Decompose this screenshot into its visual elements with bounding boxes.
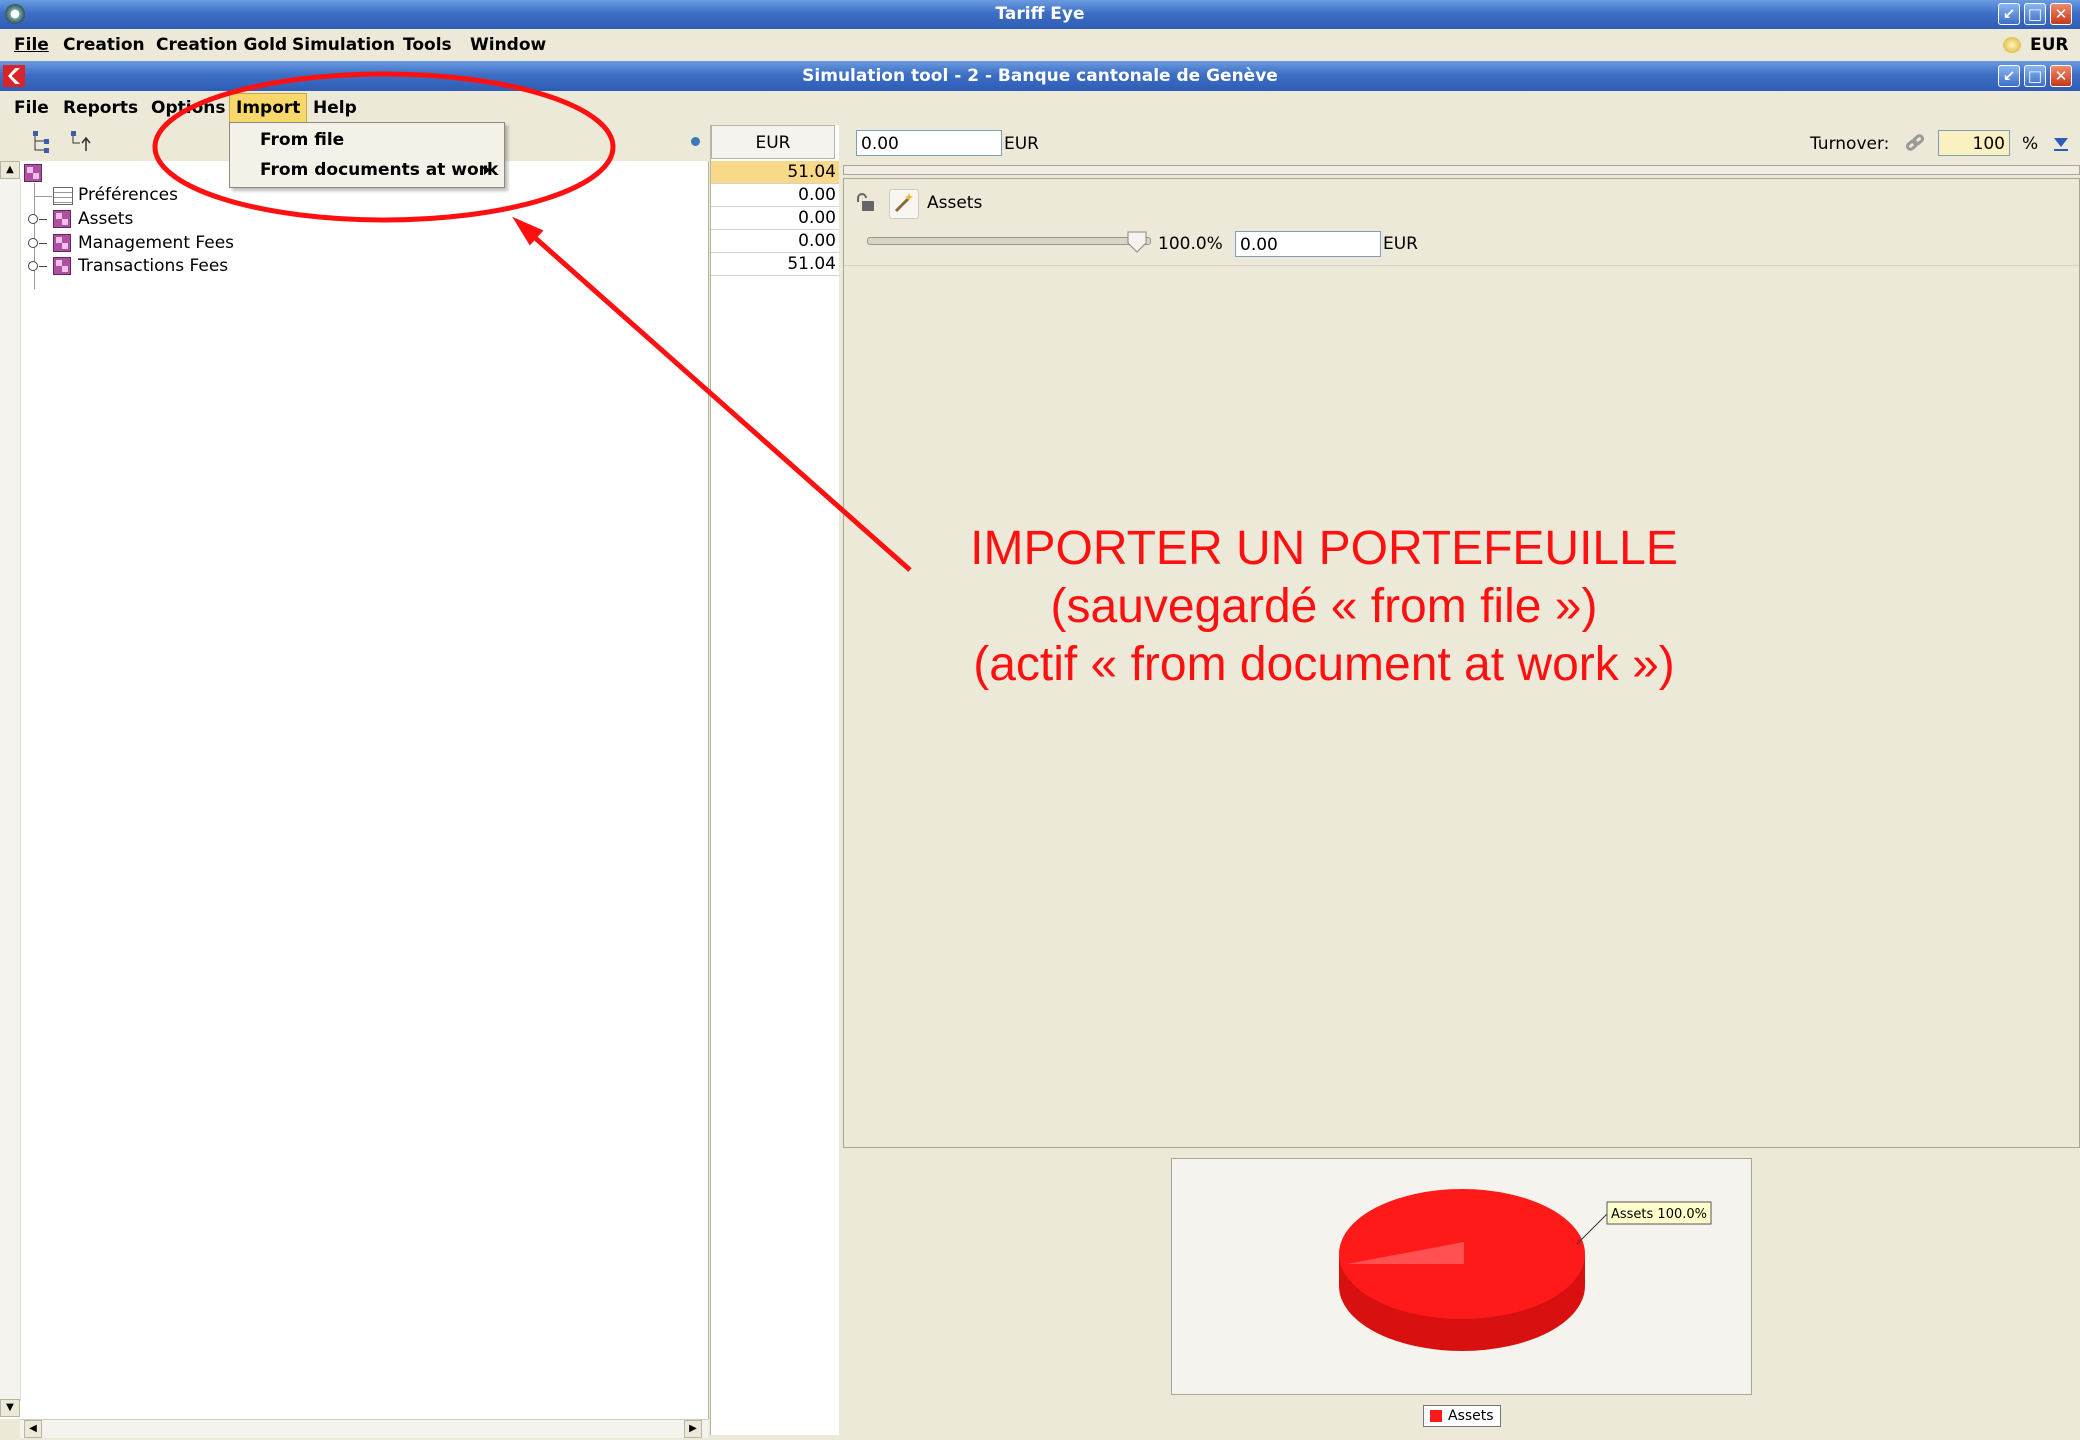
tree-item-assets[interactable]: Assets [78, 209, 133, 229]
turnover-label: Turnover: [1810, 134, 1890, 154]
tree-connector [34, 183, 35, 289]
expand-management-fees-icon[interactable] [28, 238, 47, 248]
inner-menu-import[interactable]: Import [229, 93, 308, 125]
assets-slider-percent: 100.0% [1158, 234, 1223, 254]
inner-minimize-button[interactable]: ↙ [1998, 65, 2020, 87]
chart-legend: Assets [1423, 1405, 1501, 1427]
values-column-header: EUR [711, 125, 835, 159]
status-dot-icon [691, 137, 700, 146]
inner-menu-options[interactable]: Options [145, 93, 231, 123]
dropdown-arrow-icon[interactable] [2052, 134, 2070, 152]
scroll-down-button[interactable]: ▼ [0, 1399, 20, 1417]
tree-connector [34, 196, 52, 197]
lock-icon[interactable] [856, 193, 876, 213]
tree-item-preferences[interactable]: Préférences [78, 185, 178, 205]
app-menu-bar: File Creation Creation Gold Simulation T… [0, 30, 2080, 60]
amount-input[interactable]: 0.00 [856, 130, 1002, 156]
annotation-line-1: IMPORTER UN PORTEFEUILLE [970, 522, 1678, 575]
inner-menu-file[interactable]: File [8, 93, 55, 123]
scroll-left-button[interactable]: ◀ [24, 1420, 42, 1438]
menu-creation[interactable]: Creation [57, 30, 151, 60]
management-fees-node-icon [53, 234, 71, 252]
currency-indicator[interactable]: EUR [2030, 30, 2069, 60]
turnover-input[interactable]: 100 [1938, 130, 2010, 156]
value-cell-transactions-fees: 51.04 [711, 253, 839, 276]
simulation-tool-icon [3, 65, 25, 87]
currency-coins-icon [2003, 37, 2021, 53]
menu-item-from-documents-at-work[interactable]: From documents at work [230, 155, 504, 185]
pie-chart-panel: Assets 100.0% [1171, 1158, 1752, 1395]
assets-slider-track[interactable] [867, 237, 1151, 245]
panel-divider [844, 265, 2079, 266]
collapse-tree-icon[interactable] [68, 129, 94, 155]
amount-currency-label: EUR [1004, 134, 1039, 154]
expand-assets-icon[interactable] [28, 214, 47, 224]
menu-creation-gold[interactable]: Creation Gold [150, 30, 293, 60]
inner-close-button[interactable]: ✕ [2050, 65, 2072, 87]
scroll-up-button[interactable]: ▲ [0, 161, 20, 179]
values-column: EUR 51.04 0.00 0.00 0.00 51.04 [710, 125, 839, 1435]
root-node-icon[interactable] [24, 164, 42, 182]
assets-node-icon [53, 210, 71, 228]
inner-window-title: Simulation tool - 2 - Banque cantonale d… [802, 66, 1278, 86]
minimize-button[interactable]: ↙ [1998, 3, 2020, 25]
pie-data-label: Assets 100.0% [1611, 1207, 1707, 1222]
inner-menu-reports[interactable]: Reports [57, 93, 144, 123]
transactions-fees-node-icon [53, 257, 71, 275]
annotation-line-2: (sauvegardé « from file ») [1050, 580, 1598, 633]
pie-label-leader [1576, 1213, 1608, 1245]
preferences-icon [53, 187, 73, 205]
menu-item-from-file[interactable]: From file [230, 125, 504, 155]
value-cell-preferences: 0.00 [711, 184, 839, 207]
splitter[interactable] [843, 165, 2080, 175]
tree-panel: ▲ ▼ Préférences Assets Management Fees T… [0, 161, 709, 1419]
inner-menu-bar: File Reports Options Import Help [0, 92, 2080, 125]
value-cell-assets: 0.00 [711, 207, 839, 230]
app-title-bar: Tariff Eye ↙ □ ✕ [0, 0, 2080, 29]
horizontal-scrollbar[interactable]: ◀ ▶ [20, 1419, 708, 1438]
menu-simulation[interactable]: Simulation [286, 30, 401, 60]
menu-window[interactable]: Window [464, 30, 552, 60]
legend-swatch [1430, 1410, 1442, 1422]
scroll-right-button[interactable]: ▶ [684, 1420, 702, 1438]
turnover-unit-label: % [2022, 134, 2039, 154]
import-dropdown-menu: From file From documents at work [229, 122, 505, 188]
submenu-arrow-icon [484, 165, 490, 175]
value-cell-root: 51.04 [711, 161, 839, 184]
assets-slider-thumb[interactable] [1127, 231, 1147, 253]
inner-menu-help[interactable]: Help [307, 93, 363, 123]
tree-item-management-fees[interactable]: Management Fees [78, 233, 234, 253]
link-icon[interactable] [1904, 132, 1926, 154]
expand-transactions-fees-icon[interactable] [28, 261, 47, 271]
maximize-button[interactable]: □ [2024, 3, 2046, 25]
expand-tree-icon[interactable] [30, 129, 56, 155]
legend-label: Assets [1448, 1408, 1494, 1424]
inner-maximize-button[interactable]: □ [2024, 65, 2046, 87]
app-title: Tariff Eye [995, 4, 1085, 24]
tree-item-transactions-fees[interactable]: Transactions Fees [78, 256, 228, 276]
assets-panel-title: Assets [927, 193, 983, 213]
menu-tools[interactable]: Tools [397, 30, 458, 60]
pie-chart: Assets 100.0% [1339, 1189, 1712, 1351]
wizard-wand-icon[interactable] [889, 189, 919, 219]
assets-currency-label: EUR [1383, 234, 1418, 254]
menu-file[interactable]: File [8, 30, 55, 60]
assets-amount-input[interactable]: 0.00 [1235, 231, 1381, 257]
annotation-line-3: (actif « from document at work ») [973, 638, 1675, 691]
vertical-scrollbar[interactable] [0, 179, 21, 1401]
close-button[interactable]: ✕ [2050, 3, 2072, 25]
inner-window-title-bar: Simulation tool - 2 - Banque cantonale d… [0, 61, 2080, 91]
value-cell-management-fees: 0.00 [711, 230, 839, 253]
app-logo-icon [5, 4, 25, 24]
